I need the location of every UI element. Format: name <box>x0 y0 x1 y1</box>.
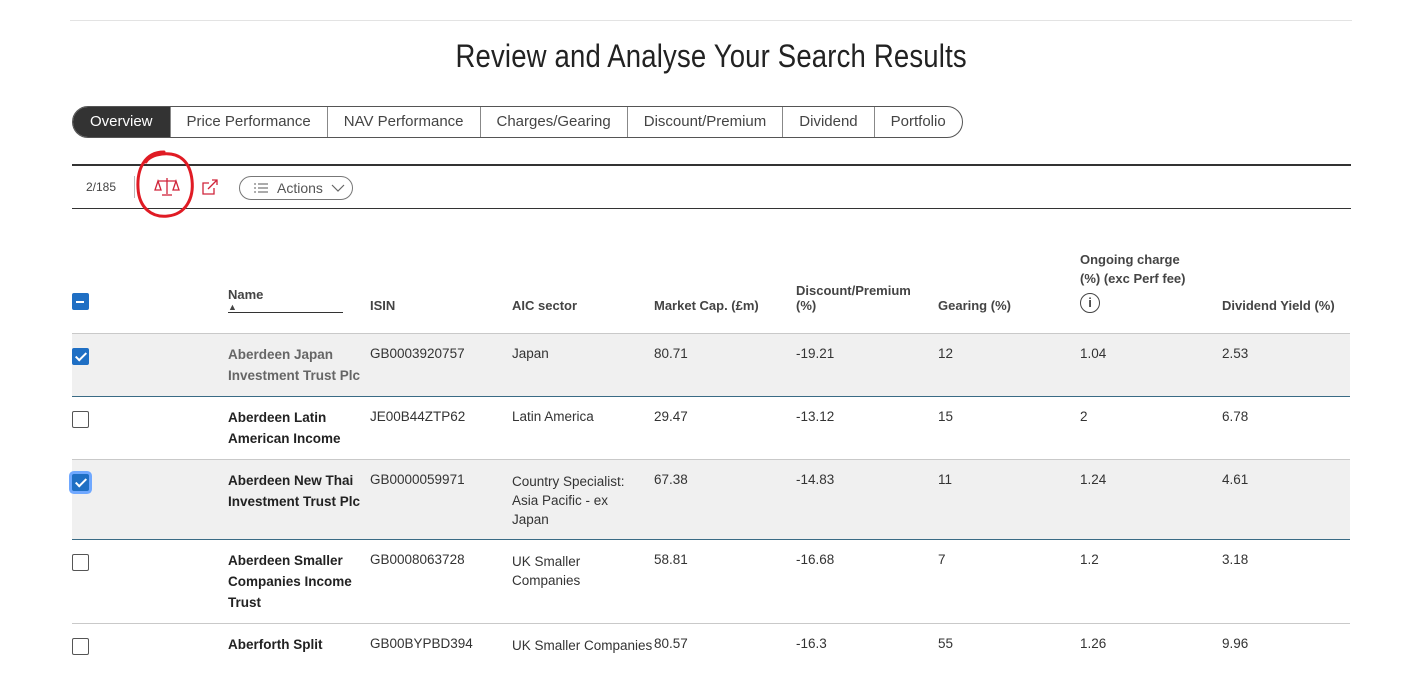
isin-cell: GB0000059971 <box>370 472 465 487</box>
fund-name[interactable]: Aberdeen Japan Investment Trust Plc <box>228 334 370 397</box>
isin-cell: GB00BYPBD394 <box>370 636 473 651</box>
tab-charges-gearing[interactable]: Charges/Gearing <box>479 107 627 137</box>
select-all-cell <box>72 250 228 334</box>
sector-cell: UK Smaller Companies <box>512 638 653 653</box>
gearing-cell: 11 <box>938 472 953 487</box>
header-sector[interactable]: AIC sector <box>512 250 654 334</box>
sector-cell: Latin America <box>512 409 594 424</box>
sector-cell: UK Smaller Companies <box>512 554 581 588</box>
table-row[interactable]: Aberdeen Japan Investment Trust Plc GB00… <box>72 333 1350 397</box>
header-discount-premium[interactable]: Discount/Premium (%) <box>796 250 938 334</box>
results-toolbar: 2/185 Actions <box>72 150 1351 218</box>
selection-count: 2/185 <box>86 180 117 194</box>
header-ongoing-charge-label: Ongoing charge (%) (exc Perf fee) <box>1080 252 1186 286</box>
row-checkbox[interactable] <box>72 638 89 655</box>
header-name[interactable]: Name ▲ <box>228 250 370 334</box>
market-cap-cell: 58.81 <box>654 552 688 567</box>
market-cap-cell: 29.47 <box>654 409 688 424</box>
fund-name[interactable]: Aberdeen New Thai Investment Trust Plc <box>228 460 370 540</box>
gearing-cell: 12 <box>938 346 954 361</box>
header-isin[interactable]: ISIN <box>370 250 512 334</box>
list-icon <box>254 183 268 193</box>
table-row[interactable]: Aberdeen Smaller Companies Income Trust … <box>72 540 1350 624</box>
fund-name[interactable]: Aberforth Split <box>228 624 370 669</box>
tab-nav-performance[interactable]: NAV Performance <box>326 107 480 137</box>
tab-dividend[interactable]: Dividend <box>782 107 873 137</box>
info-icon[interactable]: i <box>1080 293 1100 313</box>
tab-portfolio[interactable]: Portfolio <box>873 107 962 137</box>
charge-cell: 1.26 <box>1080 636 1107 651</box>
isin-cell: GB0008063728 <box>370 552 465 567</box>
market-cap-cell: 80.71 <box>654 346 688 361</box>
header-market-cap[interactable]: Market Cap. (£m) <box>654 250 796 334</box>
results-table: Name ▲ ISIN AIC sector Market Cap. (£m) D… <box>72 250 1350 668</box>
fund-name[interactable]: Aberdeen Latin American Income <box>228 397 370 460</box>
market-cap-cell: 80.57 <box>654 636 688 651</box>
yield-cell: 9.96 <box>1222 636 1249 651</box>
charge-cell: 2 <box>1080 409 1088 424</box>
gearing-cell: 15 <box>938 409 954 424</box>
table-row[interactable]: Aberdeen New Thai Investment Trust Plc G… <box>72 459 1350 540</box>
external-link-icon[interactable] <box>200 177 220 197</box>
actions-dropdown[interactable]: Actions <box>239 176 353 200</box>
row-checkbox[interactable] <box>72 348 89 365</box>
row-checkbox[interactable] <box>72 474 89 491</box>
actions-label: Actions <box>277 180 323 196</box>
charge-cell: 1.04 <box>1080 346 1107 361</box>
yield-cell: 6.78 <box>1222 409 1249 424</box>
row-checkbox[interactable] <box>72 554 89 571</box>
charge-cell: 1.2 <box>1080 552 1099 567</box>
page-title: Review and Analyse Your Search Results <box>455 38 967 74</box>
gearing-cell: 55 <box>938 636 954 651</box>
yield-cell: 2.53 <box>1222 346 1249 361</box>
scales-icon[interactable] <box>154 175 180 199</box>
select-all-checkbox[interactable] <box>72 293 89 310</box>
isin-cell: JE00B44ZTP62 <box>370 409 466 424</box>
view-tabs: Overview Price Performance NAV Performan… <box>72 106 963 138</box>
yield-cell: 3.18 <box>1222 552 1249 567</box>
table-row[interactable]: Aberforth Split GB00BYPBD394 UK Smaller … <box>72 623 1350 669</box>
table-row[interactable]: Aberdeen Latin American Income JE00B44ZT… <box>72 396 1350 460</box>
discount-cell: -19.21 <box>796 346 835 361</box>
header-dividend-yield[interactable]: Dividend Yield (%) <box>1222 250 1350 334</box>
chevron-down-icon <box>331 184 345 192</box>
gearing-cell: 7 <box>938 552 946 567</box>
sector-cell: Japan <box>512 346 549 361</box>
tab-price-performance[interactable]: Price Performance <box>169 107 327 137</box>
header-name-label: Name <box>228 287 264 302</box>
tab-overview[interactable]: Overview <box>73 107 170 137</box>
toolbar-divider <box>134 176 135 198</box>
header-ongoing-charge[interactable]: Ongoing charge (%) (exc Perf fee) i <box>1080 250 1222 334</box>
discount-cell: -14.83 <box>796 472 835 487</box>
discount-cell: -13.12 <box>796 409 835 424</box>
fund-name[interactable]: Aberdeen Smaller Companies Income Trust <box>228 540 370 624</box>
header-gearing[interactable]: Gearing (%) <box>938 250 1080 334</box>
market-cap-cell: 67.38 <box>654 472 688 487</box>
discount-cell: -16.68 <box>796 552 835 567</box>
charge-cell: 1.24 <box>1080 472 1107 487</box>
row-checkbox[interactable] <box>72 411 89 428</box>
yield-cell: 4.61 <box>1222 472 1249 487</box>
sector-cell: Country Specialist: Asia Pacific - ex Ja… <box>512 474 625 527</box>
isin-cell: GB0003920757 <box>370 346 465 361</box>
sort-up-icon: ▲ <box>228 302 237 312</box>
discount-cell: -16.3 <box>796 636 827 651</box>
top-divider <box>70 20 1352 21</box>
tab-discount-premium[interactable]: Discount/Premium <box>626 107 783 137</box>
